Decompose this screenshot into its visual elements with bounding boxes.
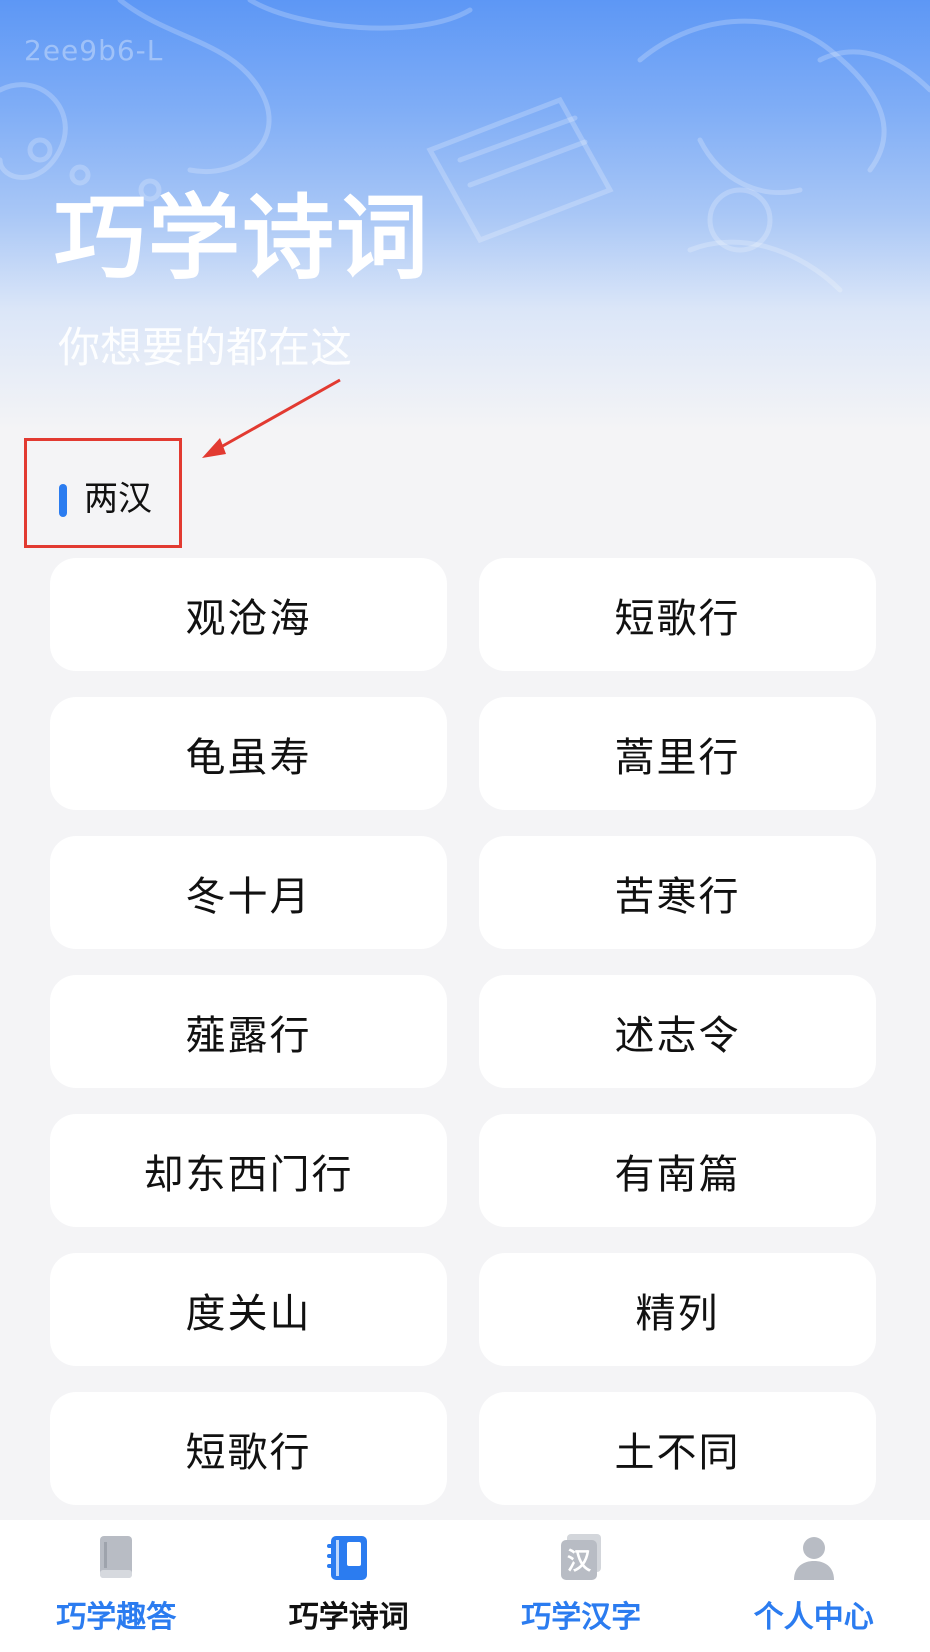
tab-personal-center[interactable]: 个人中心 [698, 1520, 930, 1652]
annotation-arrow [202, 378, 341, 458]
poem-card[interactable]: 薤露行 [50, 975, 447, 1088]
poem-card[interactable]: 度关山 [50, 1253, 447, 1366]
tab-label: 个人中心 [753, 1600, 874, 1635]
bottom-tab-bar: 巧学趣答 巧学诗词 汉 巧学汉字 个人中心 [0, 1520, 930, 1652]
han-character-icon-text: 汉 [567, 1547, 592, 1575]
tab-label: 巧学诗词 [288, 1600, 409, 1635]
tab-label: 巧学汉字 [521, 1600, 642, 1635]
book-icon [100, 1536, 133, 1578]
poem-card[interactable]: 冬十月 [50, 836, 447, 949]
tab-qiaoxue-hanzi[interactable]: 汉 巧学汉字 [465, 1520, 698, 1652]
page-subtitle: 你想要的都在这 [58, 323, 353, 372]
tab-qiaoxue-quda[interactable]: 巧学趣答 [0, 1520, 233, 1652]
section-title: 两汉 [84, 479, 152, 519]
poem-card[interactable]: 却东西门行 [50, 1114, 447, 1227]
poem-card[interactable]: 短歌行 [50, 1392, 447, 1505]
poem-card[interactable]: 蒿里行 [479, 697, 876, 810]
tab-label: 巧学趣答 [56, 1600, 177, 1635]
poem-card[interactable]: 苦寒行 [479, 836, 876, 949]
poem-card[interactable]: 有南篇 [479, 1114, 876, 1227]
watermark-text: 2ee9b6-L [24, 34, 164, 67]
poem-card[interactable]: 短歌行 [479, 558, 876, 671]
section-accent-bar [59, 484, 67, 517]
han-character-icon: 汉 [561, 1534, 602, 1580]
poem-grid: 观沧海 短歌行 龟虽寿 蒿里行 冬十月 苦寒行 薤露行 述志令 却东西门行 有南… [50, 558, 876, 1505]
poem-card[interactable]: 龟虽寿 [50, 697, 447, 810]
tab-qiaoxue-shici[interactable]: 巧学诗词 [233, 1520, 466, 1652]
person-icon [793, 1537, 834, 1580]
page-title: 巧学诗词 [54, 185, 431, 292]
poem-card[interactable]: 精列 [479, 1253, 876, 1366]
hero-banner: 2ee9b6-L 巧学诗词 你想要的都在这 [0, 0, 930, 430]
poem-card[interactable]: 土不同 [479, 1392, 876, 1505]
poem-card[interactable]: 述志令 [479, 975, 876, 1088]
notebook-icon [326, 1536, 367, 1580]
section-header-highlight-box: 两汉 [24, 438, 182, 548]
poem-card[interactable]: 观沧海 [50, 558, 447, 671]
